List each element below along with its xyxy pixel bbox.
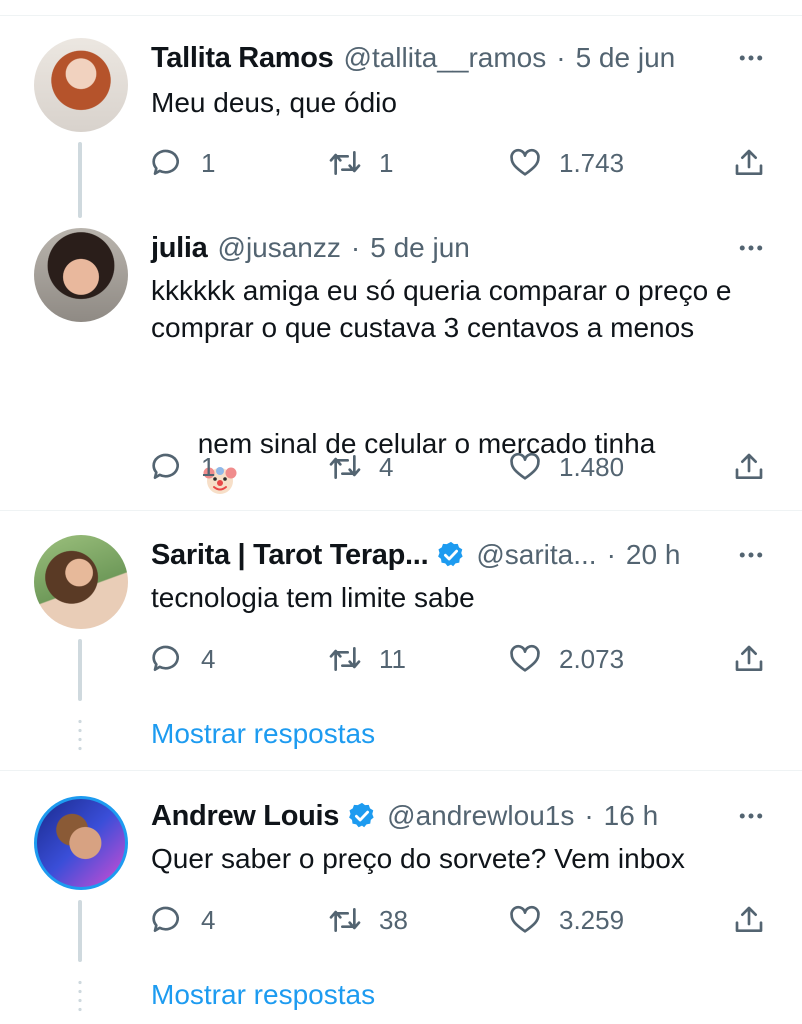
retweet-button[interactable]: 4	[329, 447, 393, 487]
retweet-count: 38	[379, 904, 408, 935]
share-button[interactable]	[733, 143, 765, 183]
verified-badge-icon	[349, 802, 374, 828]
heart-icon	[510, 452, 540, 480]
more-options-icon[interactable]	[736, 43, 766, 73]
tweet-text-line: kkkkkk amiga eu só queria comparar o pre…	[151, 275, 732, 306]
retweet-icon	[329, 908, 361, 932]
tweet-actions: 4 38 3.259	[151, 900, 771, 940]
thread-dots	[78, 978, 82, 1012]
tweet-text: tecnologia tem limite sabe	[151, 582, 475, 613]
retweet-count: 1	[379, 147, 394, 178]
top-divider	[0, 15, 802, 16]
share-icon	[735, 149, 763, 175]
heart-icon	[510, 905, 540, 933]
separator: ·	[606, 539, 616, 570]
reply-icon	[152, 906, 179, 932]
thread-line	[78, 639, 82, 701]
tweet-actions: 4 11 2.073	[151, 639, 771, 679]
author-name[interactable]: Sarita | Tarot Terap...	[151, 539, 429, 572]
share-icon	[735, 645, 763, 671]
avatar[interactable]	[34, 228, 128, 322]
tweet-text: Meu deus, que ódio	[151, 87, 397, 118]
divider	[0, 770, 802, 771]
retweet-icon	[329, 647, 361, 671]
show-replies-link[interactable]: Mostrar respostas	[151, 979, 375, 1011]
retweet-button[interactable]: 38	[329, 900, 408, 940]
author-handle[interactable]: @tallita__ramos	[344, 42, 547, 74]
retweet-count: 11	[379, 643, 406, 674]
thread-line	[78, 142, 82, 218]
divider	[0, 510, 802, 511]
tweet-text-line: comprar o que custava 3 centavos a menos	[151, 312, 695, 343]
reply-icon	[152, 149, 179, 175]
heart-icon	[510, 644, 540, 672]
timestamp[interactable]: 16 h	[604, 800, 659, 832]
reply-count: 1	[201, 147, 216, 178]
heart-icon	[510, 148, 540, 176]
retweet-button[interactable]: 11	[329, 639, 406, 679]
share-button[interactable]	[733, 900, 765, 940]
tweet-text: Quer saber o preço do sorvete? Vem inbox	[151, 843, 685, 874]
reply-count: 4	[201, 904, 216, 935]
retweet-count: 4	[379, 451, 394, 482]
like-button[interactable]: 1.743	[509, 143, 624, 183]
like-button[interactable]: 3.259	[509, 900, 624, 940]
like-count: 1.480	[559, 451, 625, 482]
thread-dots	[78, 717, 82, 751]
show-replies-link[interactable]: Mostrar respostas	[151, 718, 375, 750]
share-icon	[735, 906, 763, 932]
separator: ·	[584, 800, 594, 831]
verified-badge-icon	[438, 541, 463, 567]
author-name[interactable]: Andrew Louis	[151, 800, 339, 833]
thread-line	[78, 900, 82, 962]
reply-count: 4	[201, 643, 216, 674]
like-count: 2.073	[559, 643, 625, 674]
timestamp[interactable]: 5 de jun	[576, 42, 676, 74]
share-button[interactable]	[733, 447, 765, 487]
like-count: 3.259	[559, 904, 625, 935]
reply-button[interactable]: 1	[151, 447, 215, 487]
author-handle[interactable]: @sarita...	[476, 539, 596, 571]
author-handle[interactable]: @jusanzz	[218, 232, 341, 264]
avatar[interactable]	[34, 535, 128, 629]
retweet-icon	[329, 151, 361, 175]
reply-icon	[152, 453, 179, 479]
separator: ·	[556, 42, 566, 73]
share-icon	[735, 453, 763, 479]
like-count: 1.743	[559, 147, 625, 178]
avatar[interactable]	[34, 38, 128, 132]
author-name[interactable]: Tallita Ramos	[151, 42, 334, 75]
timestamp[interactable]: 20 h	[626, 539, 681, 571]
avatar[interactable]	[34, 796, 128, 890]
reply-count: 1	[201, 451, 216, 482]
tweet-actions: 1 4 1.480	[151, 447, 771, 487]
reply-button[interactable]: 4	[151, 900, 215, 940]
more-options-icon[interactable]	[736, 801, 766, 831]
like-button[interactable]: 1.480	[509, 447, 624, 487]
more-options-icon[interactable]	[736, 540, 766, 570]
retweet-button[interactable]: 1	[329, 143, 393, 183]
replies-timeline: Tallita Ramos @tallita__ramos · 5 de jun…	[0, 0, 802, 1024]
author-handle[interactable]: @andrewlou1s	[387, 800, 574, 832]
retweet-icon	[329, 455, 361, 479]
reply-icon	[152, 645, 179, 671]
separator: ·	[350, 232, 361, 263]
share-button[interactable]	[733, 639, 765, 679]
reply-button[interactable]: 4	[151, 639, 215, 679]
author-name[interactable]: julia	[151, 232, 208, 265]
tweet-actions: 1 1 1.743	[151, 143, 771, 183]
reply-button[interactable]: 1	[151, 143, 215, 183]
more-options-icon[interactable]	[736, 233, 766, 263]
like-button[interactable]: 2.073	[509, 639, 624, 679]
timestamp[interactable]: 5 de jun	[370, 232, 470, 264]
